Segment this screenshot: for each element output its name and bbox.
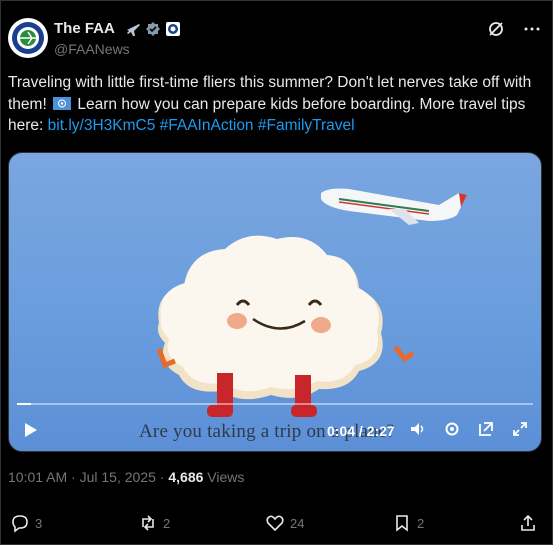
- affiliate-badge-icon[interactable]: [165, 21, 181, 37]
- verified-gray-badge-icon[interactable]: [145, 21, 161, 37]
- video-frame-illustration: [156, 188, 467, 417]
- tweet-actions: 3 2 24 2: [10, 513, 539, 537]
- reply-button[interactable]: 3: [10, 513, 42, 533]
- repost-button[interactable]: 2: [138, 513, 170, 533]
- like-count: 24: [290, 515, 305, 531]
- popout-icon[interactable]: [477, 420, 495, 443]
- hashtag-faainaction[interactable]: #FAAInAction: [160, 117, 254, 134]
- like-button[interactable]: 24: [265, 513, 304, 533]
- tweet-text: Traveling with little first-time fliers …: [8, 72, 538, 137]
- video-timecode: 0:04 / 2:27: [327, 423, 395, 439]
- airplane-illustration: [321, 188, 467, 225]
- airplane-emoji-icon: [125, 21, 141, 37]
- video-progress-fill: [17, 403, 31, 405]
- settings-icon[interactable]: [443, 420, 461, 443]
- avatar[interactable]: [8, 18, 48, 58]
- volume-icon[interactable]: [409, 420, 427, 443]
- display-name[interactable]: The FAA: [54, 20, 115, 37]
- tweet-header: The FAA @FAANews: [8, 14, 545, 62]
- views-label: Views: [207, 469, 245, 485]
- bookmark-icon: [396, 515, 408, 532]
- handle[interactable]: @FAANews: [54, 41, 181, 57]
- tweet-time[interactable]: 10:01 AM: [8, 469, 67, 485]
- more-icon[interactable]: [523, 20, 541, 38]
- video-progress-bar[interactable]: [17, 403, 533, 405]
- share-icon: [521, 514, 535, 531]
- heart-icon: [266, 515, 284, 532]
- fullscreen-icon[interactable]: [511, 420, 529, 443]
- bookmark-button[interactable]: 2: [392, 513, 424, 533]
- tweet-link[interactable]: bit.ly/3H3KmC5: [48, 117, 156, 134]
- tweet-date[interactable]: Jul 15, 2025: [80, 469, 156, 485]
- hashtag-familytravel[interactable]: #FamilyTravel: [258, 117, 355, 134]
- share-button[interactable]: [518, 513, 538, 533]
- play-icon[interactable]: [21, 421, 39, 444]
- repost-count: 2: [163, 515, 171, 531]
- reply-icon: [12, 515, 28, 533]
- cloud-character: [156, 235, 415, 417]
- bookmark-count: 2: [417, 515, 425, 531]
- repost-icon: [142, 515, 154, 531]
- united-nations-flag-icon: [53, 95, 72, 110]
- video-controls: 0:04 / 2:27: [9, 415, 541, 445]
- views-count: 4,686: [168, 469, 204, 485]
- grok-icon[interactable]: [487, 20, 505, 38]
- video-player[interactable]: Are you taking a trip on a plane? 0:04 /…: [8, 152, 542, 452]
- tweet-meta: 10:01 AM · Jul 15, 2025 · 4,686 Views: [8, 469, 245, 485]
- reply-count: 3: [35, 515, 43, 531]
